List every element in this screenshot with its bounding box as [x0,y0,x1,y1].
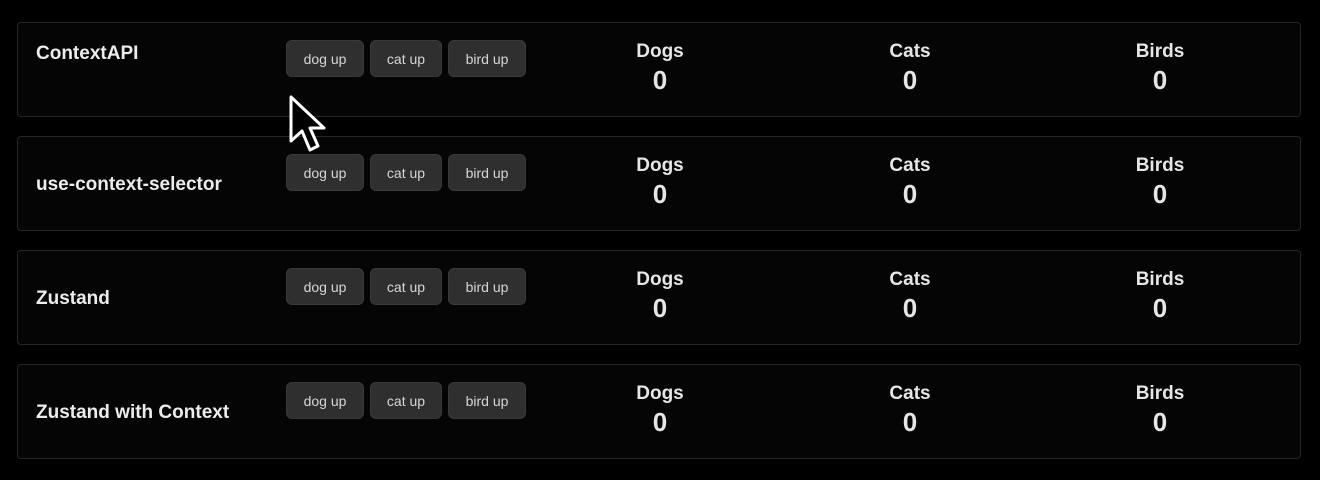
cats-value: 0 [902,293,918,323]
bird-up-button[interactable]: bird up [448,154,526,191]
dogs-counter: Dogs 0 [600,383,720,437]
birds-value: 0 [1152,293,1168,323]
birds-value: 0 [1152,179,1168,209]
cat-up-button[interactable]: cat up [370,382,442,419]
cats-counter: Cats 0 [850,41,970,95]
dogs-label: Dogs [636,41,684,62]
dog-up-button[interactable]: dog up [286,382,364,419]
cats-label: Cats [889,155,931,176]
dog-up-button[interactable]: dog up [286,268,364,305]
birds-label: Birds [1135,383,1185,404]
dogs-label: Dogs [636,155,684,176]
birds-value: 0 [1152,407,1168,437]
dogs-value: 0 [652,65,668,95]
app-container: ContextAPI dog up cat up bird up Dogs 0 … [0,0,1320,480]
dogs-value: 0 [652,407,668,437]
row-title: Zustand [36,288,110,309]
bird-up-button[interactable]: bird up [448,382,526,419]
row-use-context-selector: use-context-selector dog up cat up bird … [17,136,1301,231]
row-zustand: Zustand dog up cat up bird up Dogs 0 Cat… [17,250,1301,345]
button-group: dog up cat up bird up [286,40,526,77]
cats-value: 0 [902,179,918,209]
dog-up-button[interactable]: dog up [286,40,364,77]
cats-label: Cats [889,269,931,290]
row-title: Zustand with Context [36,402,230,423]
birds-label: Birds [1135,41,1185,62]
cats-counter: Cats 0 [850,269,970,323]
cat-up-button[interactable]: cat up [370,40,442,77]
dogs-value: 0 [652,293,668,323]
row-title: use-context-selector [36,174,222,195]
cats-label: Cats [889,41,931,62]
cats-label: Cats [889,383,931,404]
bird-up-button[interactable]: bird up [448,40,526,77]
cats-value: 0 [902,407,918,437]
button-group: dog up cat up bird up [286,268,526,305]
row-zustand-with-context: Zustand with Context dog up cat up bird … [17,364,1301,459]
row-title: ContextAPI [36,43,139,64]
dogs-counter: Dogs 0 [600,41,720,95]
birds-counter: Birds 0 [1100,41,1220,95]
dogs-label: Dogs [636,383,684,404]
cats-counter: Cats 0 [850,155,970,209]
birds-counter: Birds 0 [1100,383,1220,437]
cats-counter: Cats 0 [850,383,970,437]
dogs-counter: Dogs 0 [600,269,720,323]
dogs-value: 0 [652,179,668,209]
birds-value: 0 [1152,65,1168,95]
cats-value: 0 [902,65,918,95]
mouse-pointer-icon [289,95,326,152]
bird-up-button[interactable]: bird up [448,268,526,305]
cat-up-button[interactable]: cat up [370,154,442,191]
birds-counter: Birds 0 [1100,269,1220,323]
dogs-counter: Dogs 0 [600,155,720,209]
birds-label: Birds [1135,155,1185,176]
dogs-label: Dogs [636,269,684,290]
birds-label: Birds [1135,269,1185,290]
cat-up-button[interactable]: cat up [370,268,442,305]
birds-counter: Birds 0 [1100,155,1220,209]
button-group: dog up cat up bird up [286,382,526,419]
dog-up-button[interactable]: dog up [286,154,364,191]
button-group: dog up cat up bird up [286,154,526,191]
row-context-api: ContextAPI dog up cat up bird up Dogs 0 … [17,22,1301,117]
